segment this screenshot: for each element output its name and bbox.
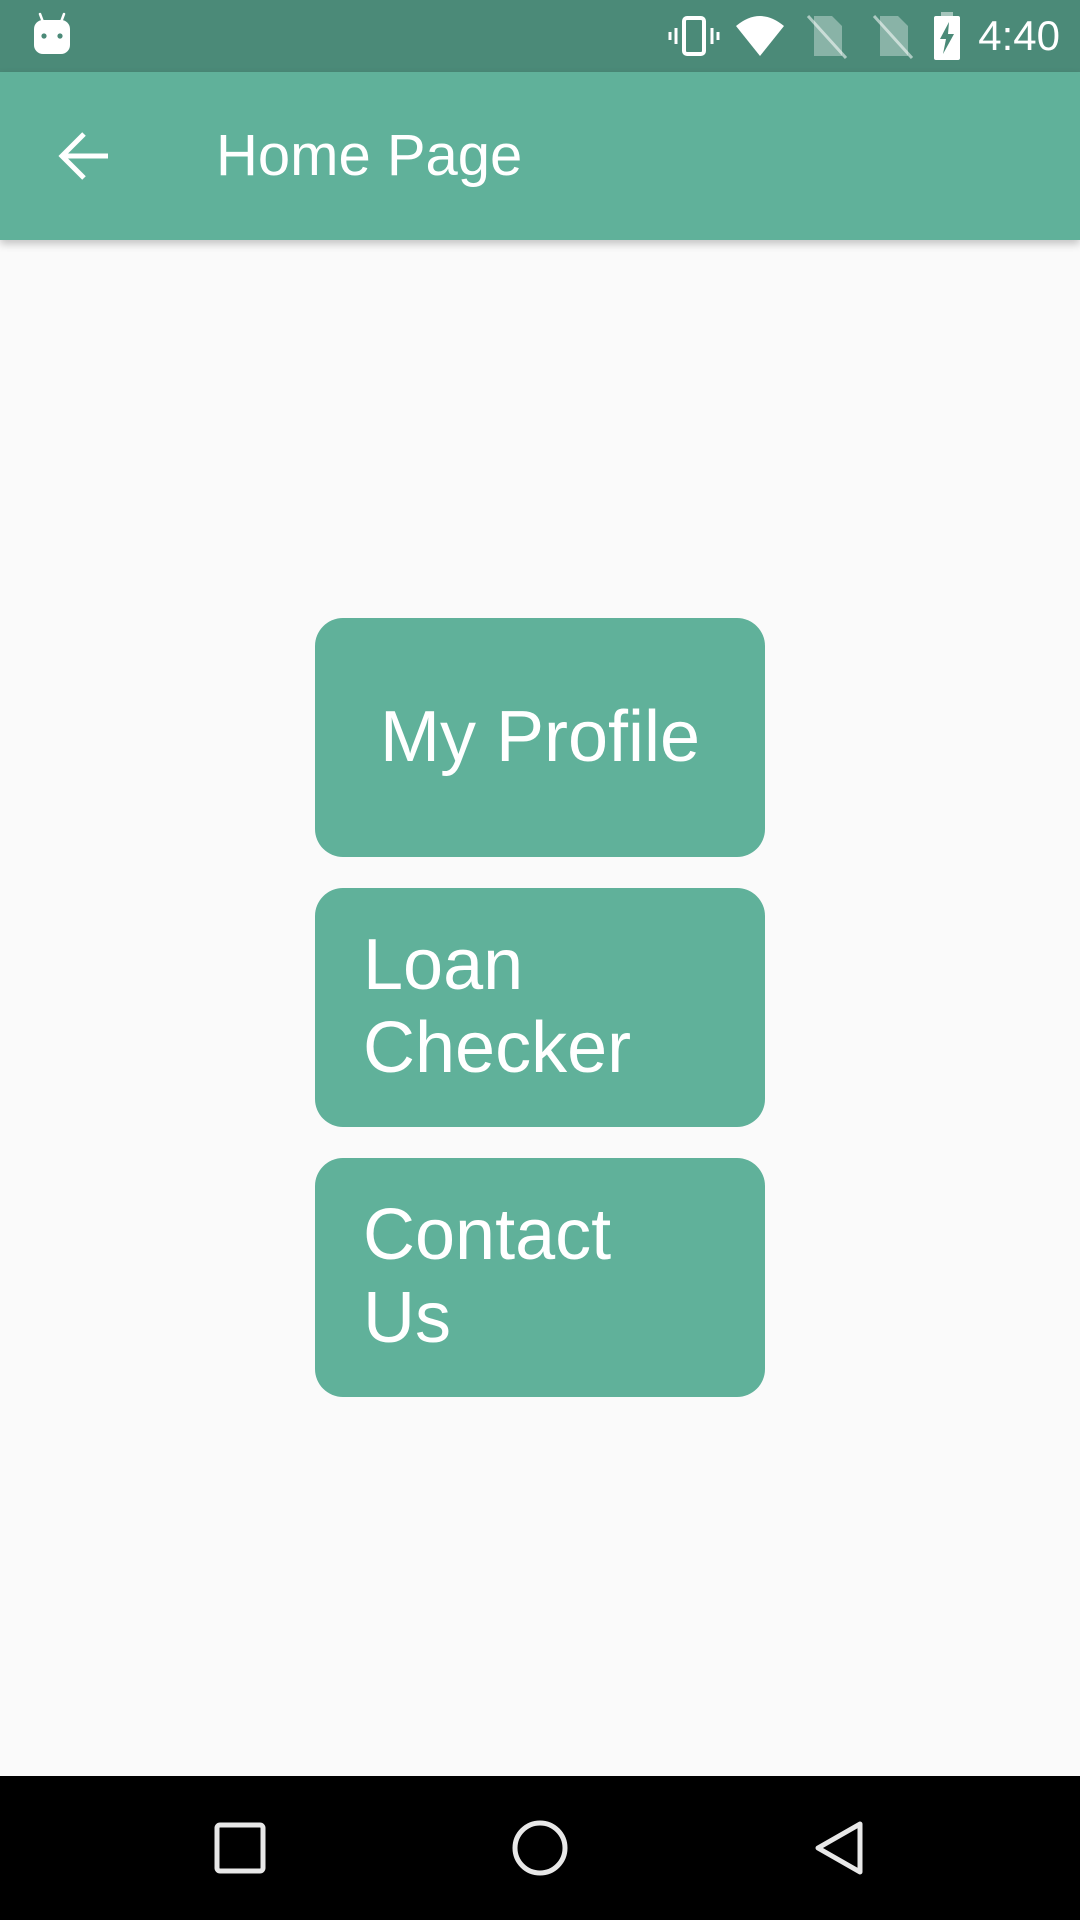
no-sim-icon: [873, 14, 914, 60]
screen: 4:40 Home Page My Profile Loan Checker C…: [0, 0, 1080, 1920]
vibrate-icon: [668, 16, 720, 56]
home-button[interactable]: [490, 1798, 590, 1898]
status-time: 4:40: [978, 12, 1060, 59]
status-bar: 4:40: [0, 0, 1080, 72]
battery-charging-icon: [934, 12, 961, 60]
my-profile-button[interactable]: My Profile: [315, 618, 765, 857]
android-notification-icon: [34, 12, 70, 54]
navigation-bar: [0, 1776, 1080, 1920]
nav-back-button[interactable]: [790, 1798, 890, 1898]
status-icons: 4:40: [668, 0, 1060, 72]
my-profile-label: My Profile: [379, 697, 701, 778]
home-icon: [512, 1820, 568, 1876]
app-bar: Home Page: [0, 72, 1080, 240]
arrow-back-icon: [58, 132, 108, 180]
back-icon: [815, 1821, 863, 1875]
contact-us-button[interactable]: Contact Us: [315, 1158, 765, 1397]
page-title: Home Page: [216, 123, 523, 188]
contact-us-label: Contact Us: [363, 1195, 612, 1358]
back-button[interactable]: [44, 116, 124, 196]
no-sim-icon: [807, 14, 848, 60]
recents-button[interactable]: [190, 1798, 290, 1898]
wifi-icon: [736, 16, 785, 56]
loan-checker-label: Loan Checker: [363, 925, 632, 1088]
loan-checker-button[interactable]: Loan Checker: [315, 888, 765, 1127]
recents-icon: [214, 1822, 266, 1874]
